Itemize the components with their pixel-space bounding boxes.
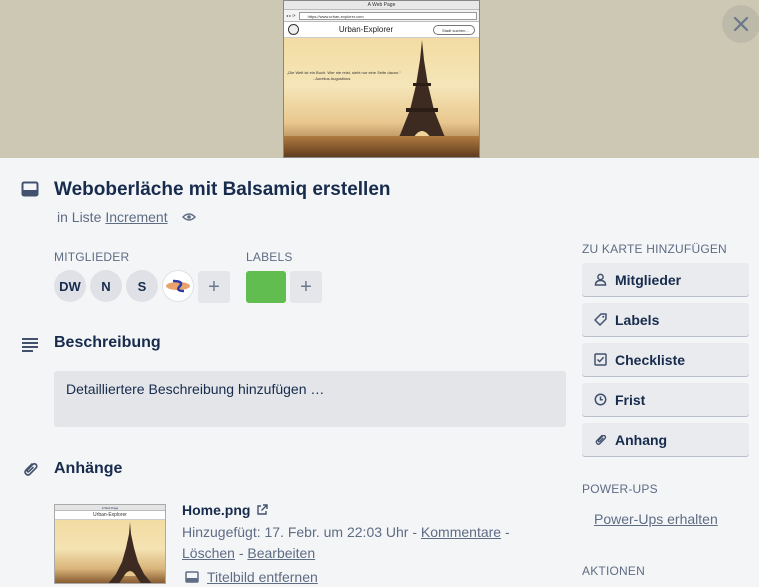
close-icon (733, 16, 749, 32)
attachment-thumbnail[interactable]: A Web Page Urban-Explorer (54, 504, 166, 584)
mock-url-bar: ◂ ▸ ⟳ https://www.urban-explorer.com (284, 10, 479, 22)
avatar[interactable] (162, 270, 194, 302)
avatar[interactable]: N (90, 270, 122, 302)
thumb-tower-illustration (108, 522, 152, 583)
close-button[interactable] (722, 5, 759, 43)
avatar[interactable]: S (126, 270, 158, 302)
avatar[interactable]: DW (54, 270, 86, 302)
labels-button[interactable]: Labels (582, 303, 749, 336)
edit-link[interactable]: Bearbeiten (247, 545, 315, 561)
in-list-prefix: in Liste (57, 209, 102, 225)
add-member-button[interactable]: + (198, 271, 230, 303)
paperclip-icon (595, 434, 607, 445)
remove-cover-link[interactable]: Titelbild entfernen (207, 569, 318, 585)
checklist-button-label: Checkliste (615, 351, 686, 368)
attachment-button[interactable]: Anhang (582, 423, 749, 456)
tag-icon (594, 313, 607, 326)
thumb-brand: Urban-Explorer (55, 511, 165, 520)
members-label: MITGLIEDER (54, 250, 130, 264)
mock-logo (288, 24, 299, 35)
checklist-button[interactable]: Checkliste (582, 343, 749, 376)
in-list-info: in Liste Increment (57, 209, 196, 225)
description-icon (22, 338, 38, 352)
actions-label: AKTIONEN (582, 564, 645, 578)
paperclip-icon (24, 462, 38, 476)
powerups-label: POWER-UPS (582, 482, 658, 496)
checkbox-icon (594, 353, 607, 366)
mock-url: https://www.urban-explorer.com (298, 11, 477, 20)
delete-link[interactable]: Löschen (182, 545, 235, 561)
card-icon (21, 181, 39, 197)
members-button-label: Mitglieder (615, 271, 682, 288)
labels-button-label: Labels (615, 311, 660, 328)
add-to-card-label: ZU KARTE HINZUFÜGEN (582, 242, 727, 256)
list-link[interactable]: Increment (105, 209, 167, 225)
quote-author: - Aurelius Augustinus (313, 76, 351, 81)
clock-icon (594, 393, 607, 406)
external-link-icon[interactable] (256, 504, 269, 516)
due-date-button-label: Frist (615, 391, 646, 408)
attachment-button-label: Anhang (615, 431, 668, 448)
get-powerups-link[interactable]: Power-Ups erhalten (594, 511, 718, 527)
cover-image[interactable]: A Web Page ◂ ▸ ⟳ https://www.urban-explo… (283, 0, 480, 158)
card-title[interactable]: Weboberläche mit Balsamiq erstellen (54, 179, 391, 201)
thumb-photo (55, 520, 165, 583)
labels-label: LABELS (246, 250, 293, 264)
mock-search: Stadt suchen... (433, 24, 475, 35)
description-input[interactable]: Detailliertere Beschreibung hinzufügen … (54, 371, 566, 427)
eiffel-photo: „Die Welt ist ein Buch. Wer nie reist, s… (284, 38, 479, 157)
city-skyline (284, 136, 479, 157)
members-button[interactable]: Mitglieder (582, 263, 749, 296)
attachment-filename[interactable]: Home.png (182, 502, 250, 518)
eye-icon[interactable] (181, 212, 196, 222)
comments-link[interactable]: Kommentare (421, 524, 501, 540)
avatar-logo-icon (166, 279, 190, 293)
attachments-title: Anhänge (54, 460, 123, 477)
attachment-meta: Hinzugefügt: 17. Febr. um 22:03 Uhr - Ko… (182, 524, 510, 561)
card-cover-icon (185, 571, 199, 583)
attachment-name[interactable]: Home.png (182, 502, 269, 518)
mock-site-header: Urban-Explorer Stadt suchen... (284, 22, 479, 38)
attachment-date: Hinzugefügt: 17. Febr. um 22:03 Uhr (182, 524, 409, 540)
card-cover: A Web Page ◂ ▸ ⟳ https://www.urban-explo… (0, 0, 759, 158)
add-label-button[interactable]: + (290, 271, 322, 303)
mock-nav-icons: ◂ ▸ ⟳ (286, 13, 296, 18)
mock-window-title: A Web Page (284, 1, 479, 10)
due-date-button[interactable]: Frist (582, 383, 749, 416)
green-label[interactable] (246, 271, 286, 303)
mock-quote: „Die Welt ist ein Buch. Wer nie reist, s… (287, 70, 401, 82)
remove-cover[interactable]: Titelbild entfernen (185, 569, 318, 585)
mock-brand: Urban-Explorer (338, 25, 394, 34)
description-title: Beschreibung (54, 334, 161, 351)
person-icon (594, 273, 607, 286)
